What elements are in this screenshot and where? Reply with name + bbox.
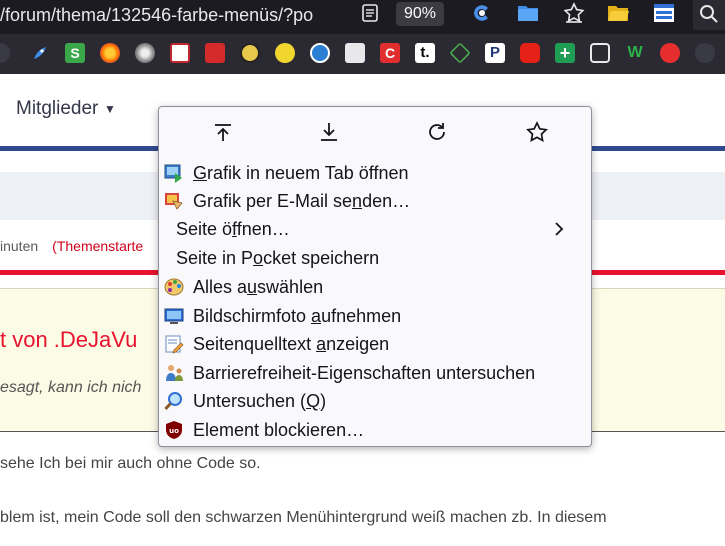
tag-bookmark-icon[interactable]: [449, 42, 471, 64]
ublock-icon: uo: [166, 421, 182, 439]
menu-item-open-image-new-tab[interactable]: Grafik in neuem Tab öffnen: [159, 159, 591, 187]
new-tab-image-icon: [164, 164, 182, 183]
thread-starter-badge: (Themenstarte: [52, 238, 144, 254]
browser-window: /forum/thema/132546-farbe-menüs/?po 90%: [0, 0, 725, 546]
label-text: Untersuchen (: [193, 391, 307, 411]
disc-bookmark-icon[interactable]: [135, 43, 155, 63]
smiley-bookmark-icon[interactable]: [275, 43, 295, 63]
chevron-right-icon: [555, 222, 564, 236]
menu-item-inspect-accessibility[interactable]: Barrierefreiheit-Eigenschaften untersuch…: [159, 359, 591, 387]
w-bookmark-icon[interactable]: W: [625, 43, 645, 63]
search-icon: [700, 5, 718, 23]
label-text: den…: [362, 191, 411, 211]
notepad-bookmark-icon[interactable]: [345, 43, 365, 63]
post-meta: inuten (Themenstarte: [0, 238, 143, 254]
label-text: Seite ö: [176, 219, 233, 239]
accesskey: o: [253, 248, 264, 268]
label-text: cket speichern: [263, 248, 380, 268]
puzzle-bookmark-icon[interactable]: [590, 43, 610, 63]
label-text: Seitenquelltext: [193, 334, 317, 354]
accesskey: n: [352, 191, 363, 211]
red-logo-bookmark-icon[interactable]: [170, 43, 190, 63]
bookmark-star-icon[interactable]: [562, 1, 586, 25]
label-text: Element blockieren…: [193, 420, 365, 440]
menu-item-save-to-pocket[interactable]: Seite in Pocket speichern: [159, 244, 591, 272]
bookmark-page-button[interactable]: [524, 119, 550, 145]
owl-bookmark-icon[interactable]: [240, 43, 260, 63]
context-menu-actions: [159, 107, 591, 159]
post-text-line: sehe Ich bei mir auch ohne Code so.: [0, 455, 261, 472]
label-text: rafik in neuem Tab öffnen: [207, 163, 409, 183]
menu-item-email-image[interactable]: Grafik per E-Mail senden…: [159, 187, 591, 215]
nav-members-link[interactable]: Mitglieder: [16, 98, 98, 120]
menu-item-inspect[interactable]: Untersuchen (Q): [159, 387, 591, 415]
label-text: Grafik per E-Mail se: [193, 191, 353, 211]
email-image-icon: [165, 193, 183, 210]
folder-blue-icon[interactable]: [516, 1, 540, 25]
reader-view-icon[interactable]: [360, 3, 380, 23]
folder-yellow-icon[interactable]: [606, 1, 630, 25]
container-extension-icon[interactable]: [470, 1, 494, 25]
quote-author[interactable]: t von .DeJaVu: [0, 327, 137, 353]
source-icon: [165, 335, 184, 354]
plus-bookmark-icon[interactable]: +: [555, 43, 575, 63]
inspect-icon: [164, 392, 182, 411]
svg-text:uo: uo: [169, 427, 179, 435]
reload-button[interactable]: [424, 119, 450, 145]
label-text: Barrierefreiheit-Eigenschaften untersuch…: [193, 363, 536, 383]
screenshot-icon: [164, 308, 184, 324]
context-menu: Grafik in neuem Tab öffnen Grafik per E-…: [158, 106, 592, 447]
arrow-up-icon: [215, 124, 231, 141]
palette-icon: [164, 278, 184, 296]
back-button[interactable]: [210, 119, 236, 145]
p-bookmark-icon[interactable]: P: [485, 43, 505, 63]
label-text: Bildschirmfoto: [193, 306, 312, 326]
accessibility-icon: [166, 365, 183, 381]
reload-icon: [429, 123, 445, 140]
post-text-line: blem ist, mein Code soll den schwarzen M…: [0, 509, 607, 526]
chevron-down-icon: ▼: [104, 102, 116, 116]
zoom-level-button[interactable]: 90%: [396, 2, 444, 26]
accesskey: Q: [306, 391, 321, 411]
s-bookmark-icon[interactable]: S: [65, 43, 85, 63]
label-text: Alles a: [193, 277, 248, 297]
label-text: swählen: [257, 277, 324, 297]
youtube-bookmark-icon[interactable]: [520, 43, 540, 63]
arrow-down-icon: [321, 123, 337, 141]
label-text: ufnehmen: [321, 306, 402, 326]
accesskey: G: [193, 163, 208, 183]
star-icon: [526, 121, 548, 142]
bookmarks-toolbar: S C t. P + W: [0, 34, 725, 74]
flame-bookmark-icon[interactable]: [660, 43, 680, 63]
menu-item-open-page[interactable]: Seite öffnen…: [159, 215, 591, 243]
red-square-bookmark-icon[interactable]: [205, 43, 225, 63]
accesskey: a: [311, 306, 322, 326]
search-button[interactable]: [693, 0, 725, 30]
label-text: nzeigen: [326, 334, 390, 354]
post-time: inuten: [0, 238, 39, 254]
globe-bookmark-icon[interactable]: [310, 43, 330, 63]
menu-item-select-all[interactable]: Alles auswählen: [159, 273, 591, 301]
label-text: ): [320, 391, 327, 411]
accesskey: u: [247, 277, 258, 297]
quote-text: esagt, kann ich nich: [0, 379, 142, 396]
round-bookmark-icon[interactable]: [695, 43, 715, 63]
forward-button[interactable]: [316, 119, 342, 145]
menu-item-screenshot[interactable]: Bildschirmfoto aufnehmen: [159, 302, 591, 330]
menu-item-block-element[interactable]: uo Element blockieren…: [159, 416, 591, 444]
rocket-bookmark-icon[interactable]: [30, 43, 50, 63]
c-bookmark-icon[interactable]: C: [380, 43, 400, 63]
accesskey: a: [316, 334, 327, 354]
t-bookmark-icon[interactable]: t.: [415, 43, 435, 63]
url-toolbar: /forum/thema/132546-farbe-menüs/?po 90%: [0, 0, 725, 34]
firefox-bookmark-icon[interactable]: [100, 43, 120, 63]
label-text: fnen…: [236, 219, 290, 239]
reading-list-icon[interactable]: [652, 1, 676, 25]
label-text: Seite in P: [176, 248, 254, 268]
github-bookmark-icon[interactable]: [0, 43, 10, 63]
url-text[interactable]: /forum/thema/132546-farbe-menüs/?po: [0, 4, 352, 26]
menu-item-view-source[interactable]: Seitenquelltext anzeigen: [159, 330, 591, 358]
